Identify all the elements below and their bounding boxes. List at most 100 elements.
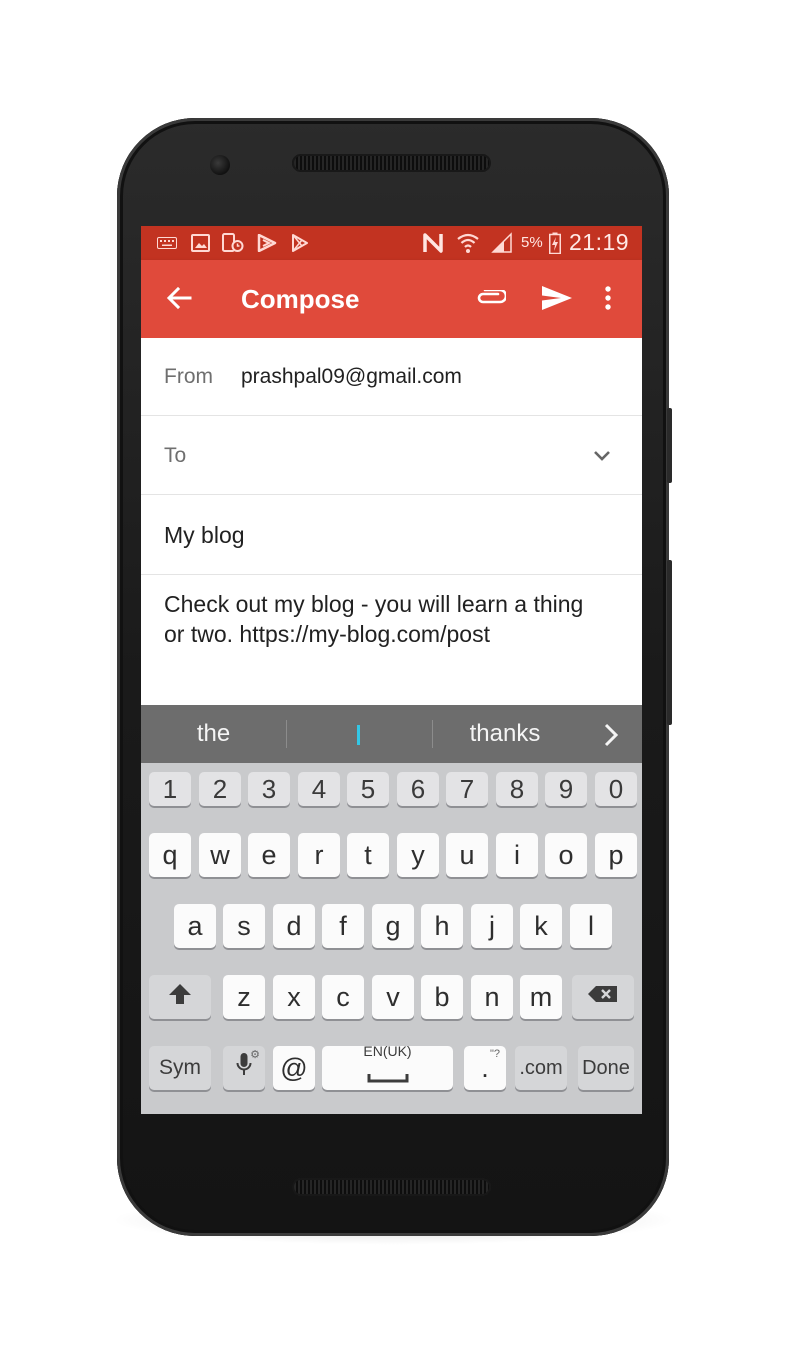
- key-b[interactable]: b: [421, 975, 463, 1019]
- key-j[interactable]: j: [471, 904, 513, 948]
- body-line-1: Check out my blog - you will learn a thi…: [164, 591, 584, 617]
- key-3[interactable]: 3: [248, 772, 290, 806]
- key-a[interactable]: a: [174, 904, 216, 948]
- power-button: [667, 560, 672, 725]
- page-title: Compose: [241, 284, 360, 314]
- key-y[interactable]: y: [397, 833, 439, 877]
- key-e[interactable]: e: [248, 833, 290, 877]
- key-m[interactable]: m: [520, 975, 562, 1019]
- to-label: To: [164, 444, 187, 467]
- key-r[interactable]: r: [298, 833, 340, 877]
- backspace-icon: [587, 985, 619, 1009]
- suggestion-left[interactable]: the: [161, 720, 266, 748]
- key-4[interactable]: 4: [298, 772, 340, 806]
- play-store-icon: [289, 232, 311, 254]
- subject-text: My blog: [164, 522, 245, 548]
- bottom-speaker: [292, 1178, 491, 1196]
- key-f[interactable]: f: [322, 904, 364, 948]
- key-1[interactable]: 1: [149, 772, 191, 806]
- overflow-menu-button[interactable]: [588, 280, 628, 320]
- key-x[interactable]: x: [273, 975, 315, 1019]
- wifi-icon: [455, 232, 481, 254]
- key-2[interactable]: 2: [199, 772, 241, 806]
- shift-icon: [168, 982, 192, 1012]
- from-value: prashpal09@gmail.com: [241, 365, 462, 388]
- space-bar-icon: [367, 1059, 409, 1090]
- key-p[interactable]: p: [595, 833, 637, 877]
- to-field[interactable]: To: [141, 416, 642, 495]
- key-l[interactable]: l: [570, 904, 612, 948]
- front-camera: [210, 155, 230, 175]
- paperclip-icon: [476, 288, 508, 311]
- key-c[interactable]: c: [322, 975, 364, 1019]
- key-q[interactable]: q: [149, 833, 191, 877]
- send-button[interactable]: [537, 280, 577, 320]
- key-8[interactable]: 8: [496, 772, 538, 806]
- signal-icon: [489, 232, 515, 254]
- clock: 21:19: [569, 229, 630, 255]
- suggestion-divider: [286, 720, 287, 748]
- gear-icon: ⚙: [250, 1049, 260, 1061]
- keyboard: 1 2 3 4 5 6 7 8 9 0 q w e r t y u i o p …: [141, 763, 642, 1114]
- backspace-key[interactable]: [572, 975, 634, 1019]
- attach-button[interactable]: [471, 280, 511, 320]
- sym-key[interactable]: Sym: [149, 1046, 211, 1090]
- period-label: .: [481, 1052, 489, 1083]
- key-t[interactable]: t: [347, 833, 389, 877]
- key-5[interactable]: 5: [347, 772, 389, 806]
- chevron-down-icon[interactable]: [593, 449, 611, 467]
- key-7[interactable]: 7: [446, 772, 488, 806]
- suggestion-divider: [432, 720, 433, 748]
- key-k[interactable]: k: [520, 904, 562, 948]
- from-row[interactable]: From prashpal09@gmail.com: [141, 338, 642, 416]
- period-key[interactable]: . "?: [464, 1046, 506, 1090]
- more-vert-icon: [605, 285, 611, 315]
- key-n[interactable]: n: [471, 975, 513, 1019]
- key-9[interactable]: 9: [545, 772, 587, 806]
- key-0[interactable]: 0: [595, 772, 637, 806]
- back-button[interactable]: [159, 280, 199, 320]
- key-g[interactable]: g: [372, 904, 414, 948]
- key-z[interactable]: z: [223, 975, 265, 1019]
- key-v[interactable]: v: [372, 975, 414, 1019]
- mic-key[interactable]: ⚙: [223, 1046, 265, 1090]
- battery-charging-icon: [548, 232, 562, 254]
- suggestion-cursor[interactable]: [357, 725, 360, 745]
- play-alt-icon: [256, 232, 278, 254]
- from-label: From: [164, 365, 213, 388]
- nfc-icon: [421, 232, 445, 254]
- status-bar: 5% 21:19: [141, 226, 642, 260]
- subject-field[interactable]: My blog: [141, 495, 642, 575]
- battery-percent: 5%: [521, 234, 543, 251]
- app-bar: Compose: [141, 260, 642, 338]
- keyboard-icon: [156, 232, 178, 254]
- suggestion-bar: the thanks: [141, 705, 642, 763]
- phone-clock-icon: [221, 232, 245, 254]
- earpiece-speaker: [292, 154, 491, 172]
- phone-screen: 5% 21:19 Compose From prashpal09@gmail.c…: [141, 226, 642, 1114]
- key-i[interactable]: i: [496, 833, 538, 877]
- at-key[interactable]: @: [273, 1046, 315, 1090]
- suggestion-right[interactable]: thanks: [446, 720, 564, 748]
- key-6[interactable]: 6: [397, 772, 439, 806]
- body-text: Check out my blog - you will learn a thi…: [164, 589, 629, 649]
- volume-button: [667, 408, 672, 483]
- body-line-2: or two. https://my-blog.com/post: [164, 621, 490, 647]
- gallery-icon: [189, 232, 211, 254]
- key-h[interactable]: h: [421, 904, 463, 948]
- body-field[interactable]: Check out my blog - you will learn a thi…: [141, 575, 642, 705]
- done-key[interactable]: Done: [578, 1046, 634, 1090]
- key-w[interactable]: w: [199, 833, 241, 877]
- shift-key[interactable]: [149, 975, 211, 1019]
- key-d[interactable]: d: [273, 904, 315, 948]
- period-hint: "?: [489, 1048, 500, 1060]
- key-u[interactable]: u: [446, 833, 488, 877]
- space-key[interactable]: EN(UK): [322, 1042, 453, 1090]
- key-o[interactable]: o: [545, 833, 587, 877]
- dotcom-key[interactable]: .com: [515, 1046, 567, 1090]
- chevron-right-icon[interactable]: [603, 723, 619, 752]
- arrow-back-icon: [166, 286, 192, 315]
- space-language-label: EN(UK): [363, 1042, 412, 1059]
- key-s[interactable]: s: [223, 904, 265, 948]
- send-icon: [541, 285, 573, 316]
